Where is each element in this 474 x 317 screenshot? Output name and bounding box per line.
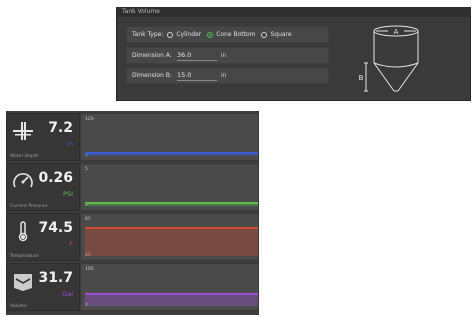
pressure-ymax: 5	[85, 167, 88, 172]
cone-bottom-tank-diagram: A B	[359, 25, 419, 92]
temperature-value: 74.5	[38, 220, 73, 236]
pressure-value: 0.26	[38, 170, 73, 186]
diagram-label-a: A	[394, 28, 399, 36]
radio-square-label: Square	[270, 31, 292, 38]
radio-cylinder-indicator[interactable]	[167, 31, 174, 38]
temperature-chart: 85 45	[80, 213, 259, 261]
tank-volume-title: Tank Volume	[116, 7, 471, 17]
volume-ymax: 100	[85, 267, 94, 272]
temperature-name: Temperature	[10, 254, 39, 259]
level-fill	[85, 229, 258, 256]
water-depth-unit: in	[67, 140, 73, 148]
dimension-a-input[interactable]: 36.0	[176, 50, 217, 61]
level-fill	[85, 204, 258, 206]
dimension-a-unit: in	[220, 52, 227, 59]
radio-cone-bottom[interactable]: Cone Bottom	[207, 31, 255, 38]
water-depth-value: 7.2	[48, 120, 73, 136]
water-depth-name: Water Depth	[10, 154, 39, 159]
temperature-ymax: 85	[85, 217, 91, 222]
dimension-b-row: Dimension B: 15.0 in	[126, 67, 329, 84]
tank-type-row: Tank Type: Cylinder Cone Bottom Square	[126, 26, 329, 43]
volume-card[interactable]: 31.7 Gal Volume	[6, 263, 80, 311]
pressure-chart: 5 0	[80, 163, 259, 211]
water-depth-line	[85, 151, 258, 154]
radio-cylinder[interactable]: Cylinder	[167, 31, 201, 38]
volume-value: 31.7	[38, 270, 73, 286]
water-depth-ymax: 120	[85, 117, 94, 122]
pressure-unit: PSI	[63, 190, 73, 198]
level-fill	[85, 153, 258, 156]
volume-chart: 100 0	[80, 263, 259, 311]
radio-cone-bottom-indicator[interactable]	[207, 31, 214, 38]
water-depth-icon	[13, 122, 33, 140]
temperature-line	[85, 227, 258, 230]
pressure-line	[85, 202, 258, 205]
tank-volume-panel: Tank Volume Tank Type: Cylinder Cone Bot…	[116, 7, 471, 101]
tank-type-label: Tank Type:	[132, 31, 164, 38]
temperature-unit: F	[69, 240, 73, 248]
dimension-b-label: Dimension B:	[132, 72, 172, 79]
thermometer-icon	[18, 221, 28, 242]
dimension-b-unit: in	[220, 72, 227, 79]
temperature-card[interactable]: 74.5 F Temperature	[6, 213, 80, 261]
dimension-b-input[interactable]: 15.0	[176, 70, 217, 81]
radio-square[interactable]: Square	[261, 31, 292, 38]
speedometer-icon	[13, 173, 33, 188]
volume-line	[85, 293, 258, 296]
radio-square-indicator[interactable]	[261, 31, 268, 38]
dimension-a-label: Dimension A:	[132, 52, 172, 59]
sensor-gauges-panel: 7.2 in Water Depth 120 0 0.26 PSI Curren…	[6, 111, 259, 315]
volume-unit: Gal	[62, 290, 73, 298]
pressure-card[interactable]: 0.26 PSI Current Pressure	[6, 163, 80, 211]
level-fill	[85, 295, 258, 306]
radio-cone-bottom-label: Cone Bottom	[216, 31, 256, 38]
volume-name: Volume	[10, 304, 27, 309]
radio-cylinder-label: Cylinder	[176, 31, 202, 38]
tank-volume-icon	[14, 274, 32, 291]
pressure-name: Current Pressure	[10, 204, 48, 209]
water-depth-card[interactable]: 7.2 in Water Depth	[6, 113, 80, 161]
dimension-a-row: Dimension A: 36.0 in	[126, 47, 329, 64]
water-depth-chart: 120 0	[80, 113, 259, 161]
diagram-label-b: B	[359, 74, 364, 82]
